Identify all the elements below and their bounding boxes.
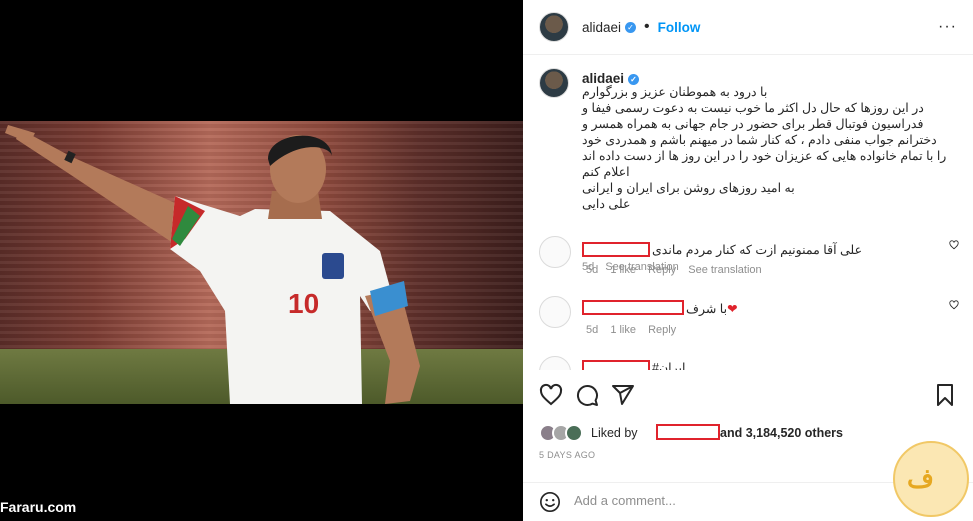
commenter-avatar[interactable] (539, 356, 571, 370)
caption-line: فدراسیون فوتبال قطر برای حضور در جام جها… (582, 117, 924, 131)
liked-by-label: Liked by (591, 426, 638, 440)
caption-line: اعلام کنم (582, 165, 630, 179)
post-header: alidaei ✓ • Follow ··· (523, 0, 973, 55)
redacted-username (582, 300, 684, 315)
comment-meta: 5d 1 like Reply See translation (586, 264, 771, 276)
liker-avatar[interactable] (565, 424, 583, 442)
reply-button[interactable]: Reply (648, 264, 676, 276)
caption-author-avatar[interactable] (539, 68, 569, 98)
author-avatar[interactable] (539, 12, 569, 42)
like-comment-heart-icon[interactable] (949, 300, 959, 310)
follow-button[interactable]: Follow (658, 20, 701, 35)
header-separator: • (644, 18, 650, 35)
comment-age: 5d (586, 264, 599, 276)
comment-item: علی آقا ممنونیم ازت که کنار مردم ماندی 5… (539, 236, 959, 284)
share-paper-plane-icon[interactable] (611, 383, 635, 407)
more-options-icon[interactable]: ··· (938, 18, 957, 36)
likes-count-link[interactable]: and 3,184,520 others (720, 426, 843, 440)
reply-button[interactable]: Reply (648, 324, 676, 336)
author-username[interactable]: alidaei (582, 20, 621, 35)
post-sidebar: alidaei ✓ • Follow ··· alidaei ✓ با درود … (523, 0, 973, 521)
redacted-username (582, 242, 650, 257)
comment-meta: 5d 1 like Reply (586, 324, 685, 336)
comment-likes[interactable]: 1 like (610, 324, 636, 336)
fararu-logo-icon: ف (893, 441, 969, 517)
comment-age: 5d (586, 324, 599, 336)
commenter-avatar[interactable] (539, 296, 571, 328)
like-heart-icon[interactable] (539, 383, 563, 407)
post-actions-bar (539, 377, 957, 413)
caption-line: با درود به هموطنان عزیز و بزرگوارم (582, 85, 768, 99)
comment-likes[interactable]: 1 like (610, 264, 636, 276)
comment-item: #ایران (539, 356, 959, 370)
caption-line: علی دایی (582, 197, 631, 211)
save-bookmark-icon[interactable] (933, 383, 957, 407)
jersey-number: 10 (288, 288, 319, 319)
red-heart-emoji: ❤ (727, 302, 738, 316)
emoji-picker-icon[interactable] (539, 491, 561, 513)
likes-summary: Liked by and 3,184,520 others (539, 424, 957, 444)
verified-badge-icon: ✓ (625, 21, 637, 33)
see-translation-link[interactable]: See translation (688, 264, 761, 276)
comment-text: علی آقا ممنونیم ازت که کنار مردم ماندی (652, 243, 863, 257)
caption-line: در این روزها که حال دل اکثر ما خوب نیست … (582, 101, 924, 115)
redacted-liker-username[interactable] (656, 424, 720, 440)
caption-line: به امید روزهای روشن برای ایران و ایرانی (582, 181, 795, 195)
like-comment-heart-icon[interactable] (949, 240, 959, 250)
comment-bubble-icon[interactable] (575, 383, 599, 407)
commenter-avatar[interactable] (539, 236, 571, 268)
watermark-text: Fararu.com (0, 499, 77, 515)
comment-text: #ایران (652, 361, 686, 370)
comments-scroll-area[interactable]: alidaei ✓ با درود به هموطنان عزیز و بزرگو… (523, 56, 973, 370)
post-media[interactable]: 10 Fararu.com (0, 0, 523, 521)
comment-text: با شرف❤ (686, 302, 738, 316)
caption-line: را با تمام خانواده هایی که عزیزان خود را… (582, 149, 947, 163)
caption-line: دخترانم جواب منفی دادم ، که کنار شما در … (582, 133, 937, 147)
player-illustration: 10 (5, 125, 420, 404)
comment-item: با شرف❤ 5d 1 like Reply (539, 296, 959, 344)
redacted-username (582, 360, 650, 370)
add-comment-input[interactable] (574, 493, 824, 508)
post-timestamp[interactable]: 5 DAYS AGO (539, 450, 595, 460)
caption-text: با درود به هموطنان عزیز و بزرگوارم در ای… (582, 84, 959, 212)
post-photo[interactable]: 10 (0, 121, 523, 404)
